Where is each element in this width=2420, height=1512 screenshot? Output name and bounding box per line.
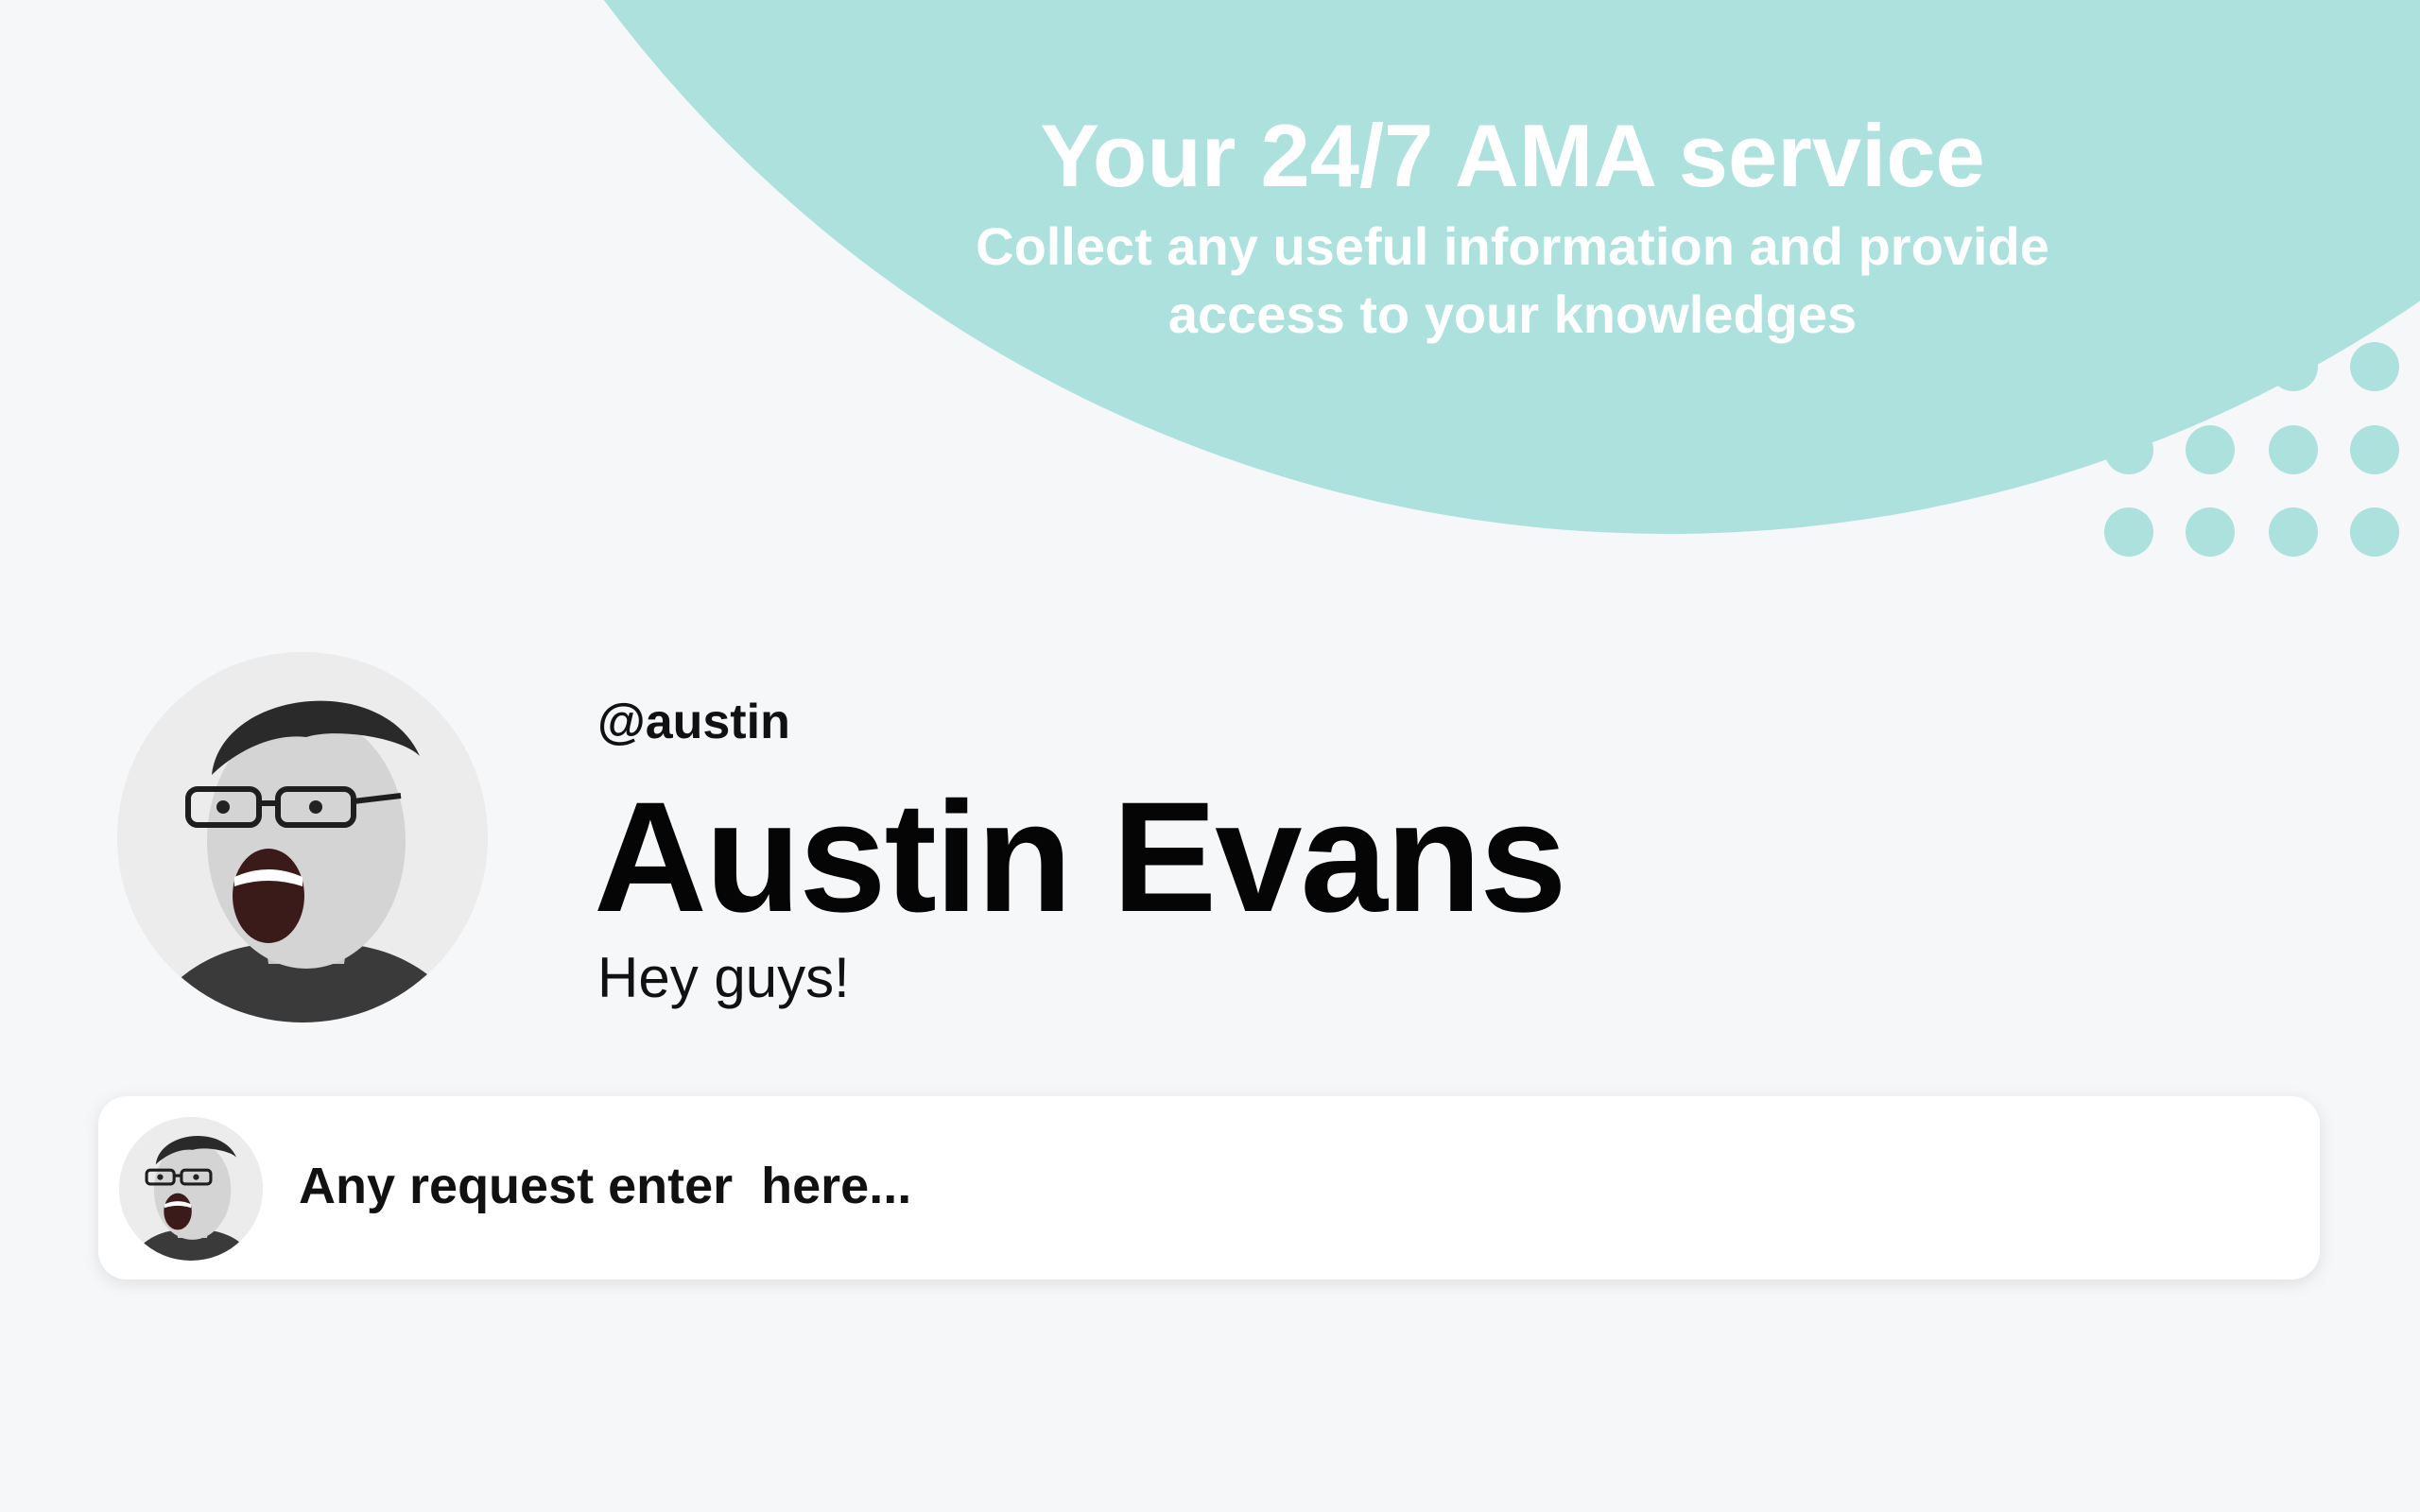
request-input[interactable] <box>299 1134 2265 1238</box>
profile-bio: Hey guys! <box>597 946 850 1009</box>
hero-subtitle-line-1: Collect any useful information and provi… <box>976 216 2049 276</box>
request-bar[interactable] <box>98 1096 2320 1280</box>
profile-handle: @austin <box>597 695 790 749</box>
profile-name: Austin Evans <box>594 770 1567 945</box>
hero-subtitle-line-2: access to your knowledges <box>1167 284 1858 344</box>
request-avatar <box>119 1117 263 1261</box>
hero-title: Your 24/7 AMA service <box>1040 106 1985 205</box>
page: Your 24/7 AMA service Collect any useful… <box>0 0 2420 1512</box>
hero-header: Your 24/7 AMA service Collect any useful… <box>898 99 2127 349</box>
profile-avatar <box>117 652 488 1022</box>
